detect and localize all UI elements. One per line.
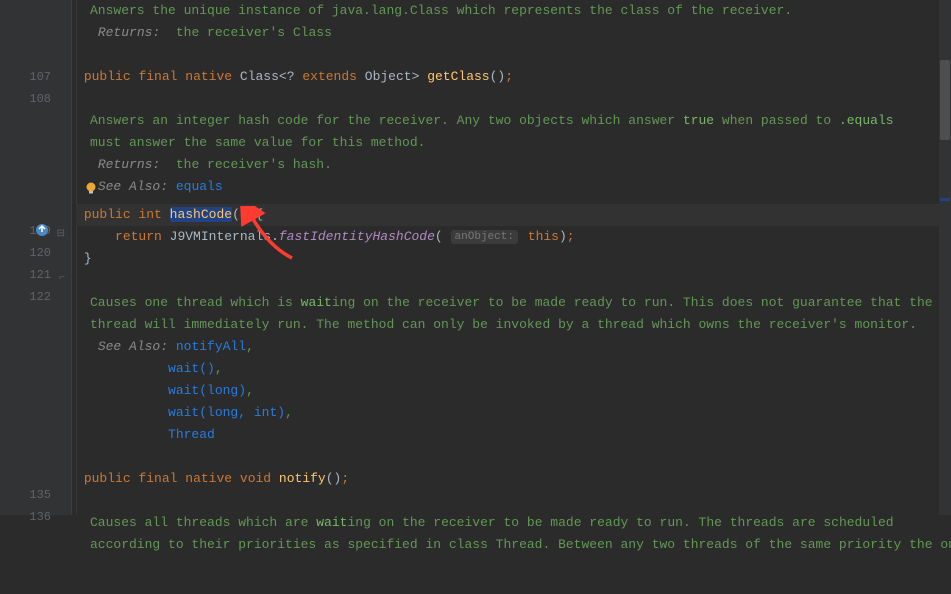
gutter-row[interactable]: 107 (0, 66, 51, 88)
code-line-107[interactable]: public final native Class<? extends Obje… (76, 66, 951, 88)
blank-line (76, 44, 951, 66)
line-number: 121 (29, 268, 51, 282)
method-notify: notify (279, 471, 326, 486)
javadoc-text: Causes all threads which are waiting on … (76, 512, 951, 534)
line-number: 107 (29, 70, 51, 84)
javadoc-see-item: wait(), (76, 358, 951, 380)
javadoc-text: Answers the unique instance of java.lang… (76, 0, 951, 22)
blank-line (76, 88, 951, 110)
method-getclass: getClass (427, 69, 489, 84)
gutter-row (0, 154, 51, 176)
gutter-row (0, 462, 51, 484)
code-line-135[interactable]: public final native void notify(); (76, 468, 951, 490)
javadoc-see-item: Thread (76, 424, 951, 446)
fold-end-icon[interactable]: ⌐ (55, 268, 65, 278)
gutter-row (0, 440, 51, 462)
doc-link-equals[interactable]: equals (176, 179, 223, 194)
line-number: 135 (29, 488, 51, 502)
intention-bulb-icon[interactable] (84, 181, 98, 195)
javadoc-see-also: See Also: notifyAll, (76, 336, 951, 358)
code-editor[interactable]: 107 108 119 ⊟ 120 121 ⌐ 122 135 136 (0, 0, 951, 515)
line-number: 120 (29, 246, 51, 260)
doc-link-wait-long[interactable]: wait(long) (168, 383, 246, 398)
gutter-row (0, 0, 51, 22)
scrollbar-thumb[interactable] (940, 60, 950, 140)
gutter-row (0, 374, 51, 396)
gutter-row (0, 572, 51, 594)
gutter-row (0, 396, 51, 418)
gutter-row (0, 110, 51, 132)
code-line-119[interactable]: public int hashCode() { (76, 204, 951, 226)
inlay-hint-anobject: anObject: (451, 230, 518, 244)
line-number: 108 (29, 92, 51, 106)
javadoc-see-item: wait(long, int), (76, 402, 951, 424)
javadoc-text: Answers an integer hash code for the rec… (76, 110, 951, 132)
gutter-row[interactable]: 120 (0, 242, 51, 264)
gutter-row[interactable]: 119 ⊟ (0, 220, 51, 242)
scrollbar-marker[interactable] (940, 198, 950, 201)
doc-link-wait[interactable]: wait() (168, 361, 215, 376)
gutter-row[interactable]: 135 (0, 484, 51, 506)
method-hashcode: hashCode (170, 207, 232, 222)
gutter-row (0, 176, 51, 198)
javadoc-returns: Returns: the receiver's hash. (76, 154, 951, 176)
gutter-row (0, 198, 51, 220)
doc-link-thread[interactable]: Thread (168, 427, 215, 442)
line-number: 136 (29, 510, 51, 524)
line-number: 122 (29, 290, 51, 304)
vertical-scrollbar[interactable] (939, 0, 951, 515)
javadoc-text: Causes one thread which is waiting on th… (76, 292, 951, 314)
line-number-gutter[interactable]: 107 108 119 ⊟ 120 121 ⌐ 122 135 136 (0, 0, 72, 515)
javadoc-text: must answer the same value for this meth… (76, 132, 951, 154)
override-gutter-icon[interactable] (35, 223, 49, 237)
gutter-row (0, 330, 51, 352)
fold-minus-icon[interactable]: ⊟ (55, 224, 65, 234)
code-text-area[interactable]: Answers the unique instance of java.lang… (72, 0, 951, 515)
blank-line (76, 490, 951, 512)
gutter-row (0, 550, 51, 572)
doc-link-notifyall[interactable]: notifyAll (176, 339, 246, 354)
gutter-row (0, 352, 51, 374)
doc-link-wait-long-int[interactable]: wait(long, int) (168, 405, 285, 420)
javadoc-text: thread will immediately run. The method … (76, 314, 951, 336)
code-line-120[interactable]: return J9VMInternals.fastIdentityHashCod… (76, 226, 951, 248)
gutter-row[interactable]: 136 (0, 506, 51, 528)
call-fastidentityhashcode: fastIdentityHashCode (279, 229, 435, 244)
gutter-row (0, 418, 51, 440)
code-line-121[interactable]: } (76, 248, 951, 270)
gutter-row (0, 308, 51, 330)
gutter-row[interactable]: 121 ⌐ (0, 264, 51, 286)
javadoc-returns: Returns: the receiver's Class (76, 22, 951, 44)
gutter-row (0, 44, 51, 66)
gutter-row (0, 22, 51, 44)
javadoc-see-item: wait(long), (76, 380, 951, 402)
javadoc-see-also: See Also: equals (76, 176, 951, 198)
gutter-row[interactable]: 108 (0, 88, 51, 110)
gutter-row (0, 132, 51, 154)
gutter-row[interactable]: 122 (0, 286, 51, 308)
blank-line (76, 446, 951, 468)
blank-line (76, 270, 951, 292)
javadoc-text: according to their priorities as specifi… (76, 534, 951, 556)
gutter-row (0, 528, 51, 550)
